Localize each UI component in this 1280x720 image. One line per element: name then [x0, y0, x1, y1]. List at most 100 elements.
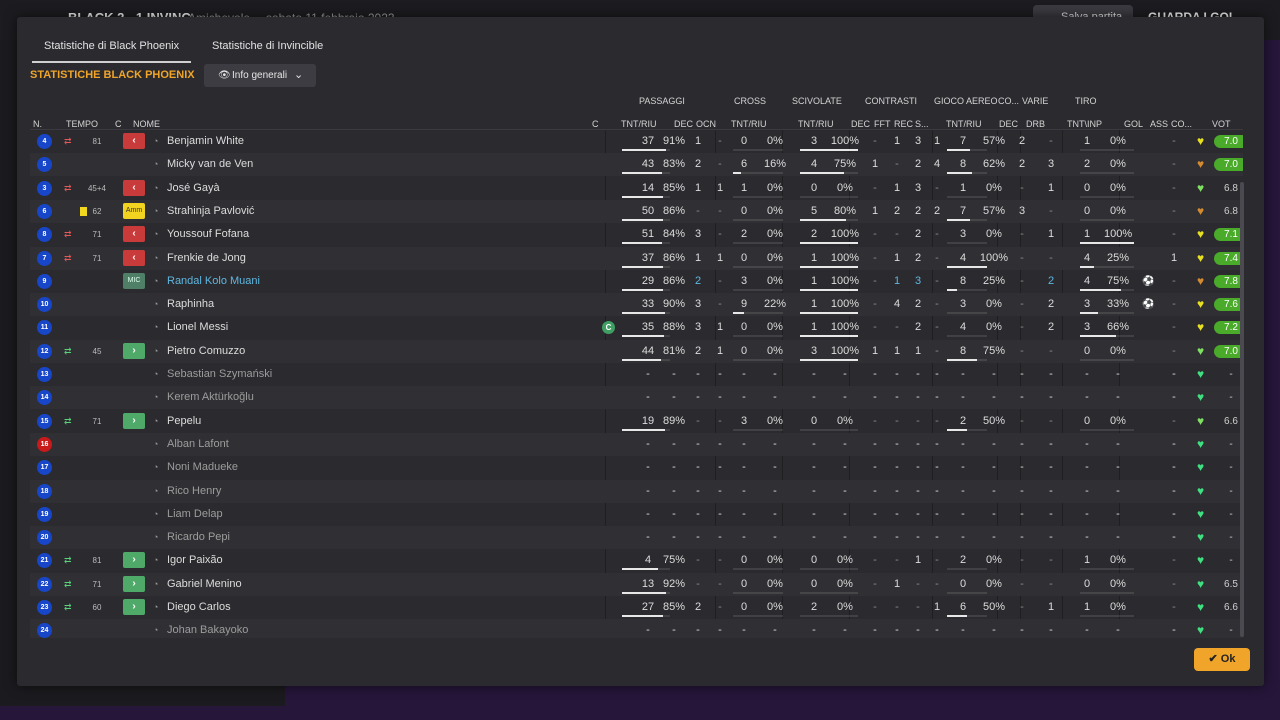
player-name[interactable]: Diego Carlos — [167, 596, 231, 619]
col-pass-ocn[interactable]: OCN — [696, 119, 716, 129]
info-dropdown[interactable]: 👁 Info generali ⌄ — [204, 64, 316, 87]
col-con-s[interactable]: S... — [915, 119, 929, 129]
table-row[interactable]: 11 ◔ Lionel Messi C 35 88% 3 1 0 0% 1 100% - -2-4 0% -2… — [30, 316, 1243, 339]
pct-bar-track — [622, 265, 670, 268]
col-tempo[interactable]: TEMPO — [66, 119, 98, 129]
player-head-icon: ◔ — [153, 159, 159, 170]
col-sciv-tnt[interactable]: TNT/RIU — [798, 119, 834, 129]
table-row[interactable]: 13 ◔ Sebastian Szymański - - - - - - - - - - - - - - - - - -… — [30, 363, 1243, 386]
col-con-rec[interactable]: REC — [894, 119, 913, 129]
player-name[interactable]: Lionel Messi — [167, 316, 228, 339]
player-name[interactable]: Randal Kolo Muani — [167, 270, 260, 293]
col-nome[interactable]: NOME — [133, 119, 160, 129]
ok-button[interactable]: ✔ Ok — [1194, 648, 1250, 671]
player-name[interactable]: Kerem Aktürkoğlu — [167, 386, 254, 409]
tab-black-phoenix[interactable]: Statistiche di Black Phoenix — [32, 35, 192, 63]
player-name[interactable]: Gabriel Menino — [167, 573, 242, 596]
col-c2[interactable]: C — [592, 119, 599, 129]
table-row[interactable]: 8 ⇄ 71 ‹ ◔ Youssouf Fofana 51 84% 3-2 0% 2 100% - -2-… — [30, 223, 1243, 246]
col-aereo-tnt[interactable]: TNT/RIU — [946, 119, 982, 129]
table-row[interactable]: 16 ◔ Alban Lafont - - - - - - - - - - - - - - - - - - - ♥ - — [30, 432, 1243, 456]
table-row[interactable]: 22 ⇄ 71 › ◔ Gabriel Menino 13 92% - -0 0% 0 0% -1- -0 0… — [30, 572, 1243, 596]
player-name[interactable]: Micky van de Ven — [167, 153, 253, 176]
table-row[interactable]: 18 ◔ Rico Henry - - - - - - - - - - - - - - - - - - - ♥ - — [30, 479, 1243, 503]
col-ass[interactable]: ASS — [1150, 119, 1168, 129]
col-tiro-tnt[interactable]: TNT\INP — [1067, 119, 1102, 129]
tab-invincible[interactable]: Statistiche di Invincible — [200, 35, 335, 61]
pct-bar-track — [800, 615, 858, 617]
stat-co-dec: - — [1020, 181, 1024, 194]
stat-con-rec: - — [916, 484, 920, 497]
match-rating: 7.2 — [1214, 321, 1243, 335]
player-name[interactable]: Sebastian Szymański — [167, 363, 272, 386]
table-scrollbar[interactable] — [1240, 182, 1244, 637]
table-row[interactable]: 4 ⇄ 81 ‹ ◔ Benjamin White 37 91% 1-0 0% 3 100% -1 3 1 7… — [30, 130, 1243, 153]
player-name[interactable]: Strahinja Pavlović — [167, 200, 254, 223]
player-name[interactable]: Raphinha — [167, 293, 214, 316]
table-row[interactable]: 20 ◔ Ricardo Pepi - - - - - - - - - - - - - - - - - - - ♥ - — [30, 526, 1243, 550]
player-name[interactable]: Ricardo Pepi — [167, 526, 230, 549]
player-name[interactable]: Youssouf Fofana — [167, 223, 249, 246]
stat-ass: - — [1172, 507, 1176, 520]
stat-con-rec: - — [916, 368, 920, 380]
col-cross-tnt[interactable]: TNT/RIU — [731, 119, 767, 129]
player-name[interactable]: Johan Bakayoko — [167, 619, 248, 638]
col-pass-dec[interactable]: DEC — [674, 119, 693, 129]
table-row[interactable]: 5 ◔ Micky van de Ven 43 83% 2-6 16% 4 75% 1-2 4 8 62… — [30, 153, 1243, 177]
player-name[interactable]: Frenkie de Jong — [167, 247, 246, 270]
col-c[interactable]: C — [115, 119, 122, 129]
player-head-icon: ◔ — [153, 602, 159, 612]
col-vot[interactable]: VOT — [1212, 119, 1231, 129]
col-n[interactable]: N. — [33, 119, 42, 129]
player-name[interactable]: Rico Henry — [167, 480, 221, 503]
table-row[interactable]: 12 ⇄ 45 › ◔ Pietro Comuzzo 44 81% 2 1 0 0% 3 100% 1 1 1-… — [30, 339, 1243, 363]
table-row[interactable]: 15 ⇄ 71 › ◔ Pepelu 19 89% - -3 0% 0 0% - - - -2 50% - -0 0% -… — [30, 410, 1243, 433]
table-row[interactable]: 6 62 Amm ◔ Strahinja Pavlović 50 86% - -0 0% 5 80% 1… — [30, 199, 1243, 223]
stat-ass: - — [1172, 274, 1176, 287]
col-gol[interactable]: GOL — [1124, 119, 1143, 129]
match-rating: 6.5 — [1224, 578, 1238, 590]
col-con-fft[interactable]: FFT — [874, 119, 891, 129]
stat-pass-tnt: - — [646, 484, 650, 497]
stat-con-dec: - — [873, 298, 877, 311]
stat-con-s: - — [935, 577, 939, 590]
table-row[interactable]: 3 ⇄ 45+4 ‹ ◔ José Gayà 14 85% 1 1 1 0% 0 0% -1 3-1 0% -1 0… — [30, 177, 1243, 200]
player-name[interactable]: Pietro Comuzzo — [167, 340, 245, 363]
table-row[interactable]: 7 ⇄ 71 ‹ ◔ Frenkie de Jong 37 86% 1 1 0 0% 1 100% -1 2-… — [30, 246, 1243, 270]
table-row[interactable]: 17 ◔ Noni Madueke - - - - - - - - - - - - - - - - - - - ♥ - — [30, 456, 1243, 479]
player-name[interactable]: Liam Delap — [167, 503, 223, 526]
stat-con-fft: - — [895, 158, 899, 171]
pct-bar-track — [947, 218, 987, 221]
stat-con-fft: - — [895, 391, 899, 404]
stat-pass-dec: 2 — [694, 344, 702, 357]
col-varie-drb[interactable]: DRB — [1026, 119, 1045, 129]
stat-co-dec: - — [1020, 391, 1024, 404]
col-co-dec[interactable]: DEC — [999, 119, 1018, 129]
player-name[interactable]: Noni Madueke — [167, 456, 238, 479]
col-con2[interactable]: CO... — [1171, 119, 1192, 129]
match-rating: - — [1229, 369, 1233, 380]
pct-bar-track — [733, 335, 783, 338]
player-name[interactable]: José Gayà — [167, 177, 220, 200]
stat-con-fft: - — [895, 228, 899, 241]
table-row[interactable]: 10 ◔ Raphinha 33 90% 3-9 22% 1 100% -4 2-3 0% -2 3 33%… — [30, 293, 1243, 317]
stat-co-dec: - — [1020, 507, 1024, 520]
player-name[interactable]: Igor Paixão — [167, 549, 223, 572]
stat-con-dec: - — [873, 601, 877, 613]
table-row[interactable]: 14 ◔ Kerem Aktürkoğlu - - - - - - - - - - - - - - - - - - - ♥ - — [30, 386, 1243, 410]
table-row[interactable]: 24 ◔ Johan Bakayoko - - - - - - - - - - - - - - - - - - - ♥ - — [30, 619, 1243, 638]
player-name[interactable]: Pepelu — [167, 410, 201, 433]
table-row[interactable]: 23 ⇄ 60 › ◔ Diego Carlos 27 85% 2-0 0% 2 0% - - -1 6 50%… — [30, 596, 1243, 619]
table-row[interactable]: 21 ⇄ 81 › ◔ Igor Paixão 4 75% - -0 0% 0 0% - -1-2 0% - -1… — [30, 549, 1243, 572]
stat-ass: - — [1172, 321, 1176, 334]
player-name[interactable]: Alban Lafont — [167, 433, 229, 456]
col-pass-tnt[interactable]: TNT/RIU — [621, 119, 657, 129]
col-con-dec[interactable]: DEC — [851, 119, 870, 129]
stat-tiro-tnt: - — [1085, 391, 1089, 404]
table-row[interactable]: 9 MIC ◔ Randal Kolo Muani 29 86% 2-3 0% 1 100% -1 3… — [30, 270, 1243, 293]
player-name[interactable]: Benjamin White — [167, 130, 244, 153]
pct-bar-track — [1080, 149, 1134, 151]
stat-co-dec: - — [1020, 554, 1024, 567]
stat-sciv-pct: - — [843, 437, 847, 450]
table-row[interactable]: 19 ◔ Liam Delap - - - - - - - - - - - - - - - - - - - ♥ - — [30, 503, 1243, 526]
